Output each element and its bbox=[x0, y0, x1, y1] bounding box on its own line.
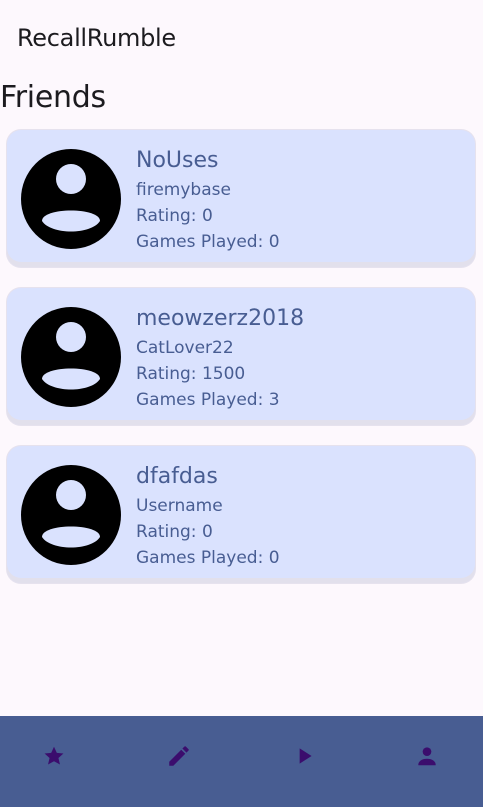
nav-item-play[interactable] bbox=[274, 736, 334, 776]
avatar-icon bbox=[21, 465, 121, 565]
friend-name: dfafdas bbox=[136, 464, 218, 489]
friend-games-played: Games Played: 3 bbox=[136, 390, 280, 410]
friend-card[interactable]: dfafdas Username Rating: 0 Games Played:… bbox=[7, 446, 475, 583]
star-icon bbox=[44, 746, 64, 765]
nav-item-edit[interactable] bbox=[149, 736, 209, 776]
bottom-navigation bbox=[0, 716, 483, 807]
friend-card[interactable]: NoUses firemybase Rating: 0 Games Played… bbox=[7, 130, 475, 267]
app-screen: RecallRumble Friends NoUses firemybase R… bbox=[0, 0, 483, 807]
friend-name: NoUses bbox=[136, 148, 219, 173]
pencil-icon bbox=[169, 746, 189, 766]
friend-list: NoUses firemybase Rating: 0 Games Played… bbox=[7, 130, 475, 604]
nav-item-profile[interactable] bbox=[397, 736, 457, 776]
friend-info: dfafdas Username Rating: 0 Games Played:… bbox=[136, 464, 280, 571]
friend-rating: Rating: 0 bbox=[136, 206, 213, 226]
play-icon bbox=[299, 748, 312, 764]
friend-games-played: Games Played: 0 bbox=[136, 232, 280, 252]
friends-title: Friends bbox=[0, 80, 106, 115]
friend-rating: Rating: 1500 bbox=[136, 364, 246, 384]
friend-card[interactable]: meowzerz2018 CatLover22 Rating: 1500 Gam… bbox=[7, 288, 475, 425]
person-icon bbox=[418, 747, 436, 766]
friend-rating: Rating: 0 bbox=[136, 522, 213, 542]
friend-username: Username bbox=[136, 496, 223, 516]
friend-games-played: Games Played: 0 bbox=[136, 548, 280, 568]
friend-info: NoUses firemybase Rating: 0 Games Played… bbox=[136, 148, 280, 255]
avatar-icon bbox=[21, 149, 121, 249]
nav-item-favorites[interactable] bbox=[24, 736, 84, 776]
app-title: RecallRumble bbox=[17, 24, 176, 52]
friend-name: meowzerz2018 bbox=[136, 306, 305, 331]
friend-info: meowzerz2018 CatLover22 Rating: 1500 Gam… bbox=[136, 306, 304, 413]
friend-username: firemybase bbox=[136, 180, 231, 200]
avatar-icon bbox=[21, 307, 121, 407]
friend-username: CatLover22 bbox=[136, 338, 234, 358]
